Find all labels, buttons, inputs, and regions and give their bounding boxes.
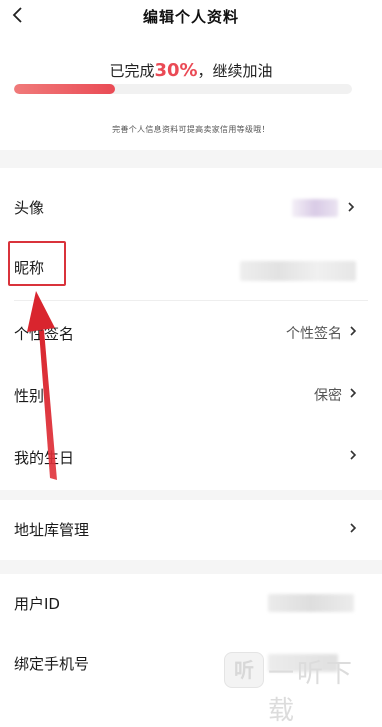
nickname-value (240, 261, 356, 281)
row-address-book[interactable]: 地址库管理 (0, 500, 382, 560)
section-divider (0, 560, 382, 574)
completion-percent: 30% (154, 60, 198, 81)
completion-prefix: 已完成 (109, 62, 155, 80)
row-label: 我的生日 (14, 449, 75, 467)
completion-hint: 完善个人信息资料可提高卖家信用等级哦！ (112, 125, 270, 134)
header-bar: 编辑个人资料 (0, 0, 382, 34)
watermark-logo: 听 (224, 652, 264, 688)
completion-progress-bar (14, 84, 352, 94)
signature-value: 个性签名 (286, 326, 342, 342)
row-user-id: 用户ID (0, 574, 382, 634)
section-divider (0, 490, 382, 500)
row-avatar[interactable]: 头像 (0, 178, 382, 238)
chevron-right-icon (350, 450, 357, 460)
avatar (292, 199, 338, 217)
chevron-right-icon (350, 388, 357, 398)
chevron-right-icon (348, 202, 355, 212)
row-label: 用户ID (14, 595, 60, 613)
completion-suffix: ，继续加油 (197, 62, 273, 80)
watermark: 听 一听下载 (222, 646, 382, 726)
row-birthday[interactable]: 我的生日 (0, 428, 382, 488)
user-id-value (268, 594, 354, 612)
row-signature[interactable]: 个性签名 个性签名 (0, 304, 382, 364)
row-gender[interactable]: 性别 保密 (0, 366, 382, 426)
profile-completion-section: 已完成30%，继续加油 完善个人信息资料可提高卖家信用等级哦！ (0, 34, 382, 150)
completion-progress-fill (14, 84, 116, 94)
chevron-right-icon (350, 326, 357, 336)
row-label: 个性签名 (14, 325, 75, 343)
page-title: 编辑个人资料 (142, 8, 239, 26)
completion-text: 已完成30%，继续加油 (0, 60, 382, 81)
row-divider (14, 300, 368, 301)
row-label: 性别 (14, 387, 45, 405)
row-label: 地址库管理 (14, 521, 90, 539)
annotation-highlight-box (8, 241, 66, 286)
section-divider (0, 150, 382, 168)
row-label: 绑定手机号 (14, 655, 90, 673)
row-label: 头像 (14, 199, 45, 217)
gender-value: 保密 (314, 388, 342, 404)
chevron-right-icon (350, 523, 357, 533)
watermark-text: 一听下载 (268, 659, 356, 726)
